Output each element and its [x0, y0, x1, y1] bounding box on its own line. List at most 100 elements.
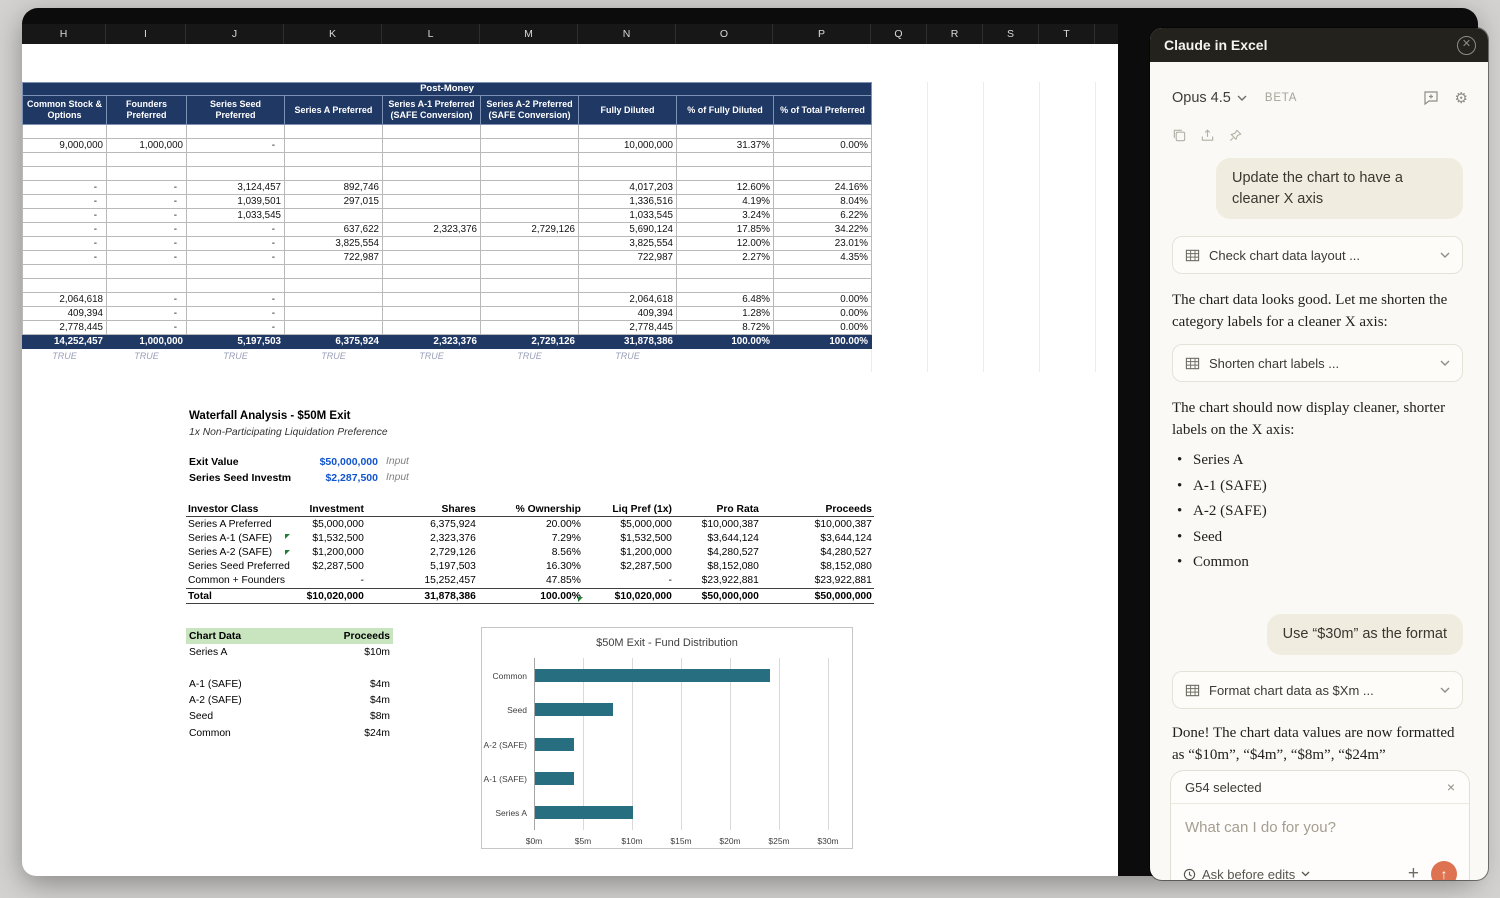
spreadsheet-cell[interactable]: 4.35%	[773, 250, 872, 265]
spreadsheet-cell[interactable]: 722,987	[578, 250, 677, 265]
spreadsheet-cell[interactable]: 1,000,000	[106, 138, 187, 153]
spreadsheet-cell[interactable]: 6.22%	[773, 208, 872, 223]
spreadsheet-cell[interactable]: 31,878,386	[365, 587, 478, 605]
spreadsheet-cell[interactable]	[106, 166, 187, 181]
spreadsheet-cell[interactable]: 6.48%	[676, 292, 774, 307]
column-header-l[interactable]: L	[382, 24, 480, 44]
spreadsheet-cell[interactable]	[382, 264, 481, 279]
message-input[interactable]: What can I do for you?	[1171, 804, 1469, 836]
spreadsheet-cell[interactable]	[578, 278, 677, 293]
spreadsheet-cell[interactable]: 100.00%	[676, 334, 774, 349]
spreadsheet-cell[interactable]: 2,323,376	[366, 531, 478, 545]
spreadsheet-cell[interactable]	[382, 278, 481, 293]
spreadsheet-cell[interactable]: 1,033,545	[186, 208, 285, 223]
spreadsheet-cell[interactable]: $4m	[312, 693, 393, 709]
column-header-j[interactable]: J	[186, 24, 284, 44]
attach-plus-button[interactable]: +	[1408, 863, 1419, 880]
spreadsheet-cell[interactable]	[382, 320, 481, 335]
column-header-r[interactable]: R	[927, 24, 983, 44]
spreadsheet-cell[interactable]	[284, 138, 383, 153]
spreadsheet-cell[interactable]	[186, 152, 285, 167]
spreadsheet-cell[interactable]: A-2 (SAFE)	[186, 693, 312, 709]
spreadsheet-cell[interactable]: 8.56%	[478, 545, 583, 559]
spreadsheet-cell[interactable]	[382, 194, 481, 209]
spreadsheet-cell[interactable]: -	[106, 222, 187, 237]
spreadsheet-cell[interactable]	[676, 152, 774, 167]
spreadsheet-cell[interactable]	[480, 264, 579, 279]
spreadsheet-cell[interactable]: 409,394	[22, 306, 107, 321]
spreadsheet-cell[interactable]: Series A-2 (SAFE)	[186, 545, 292, 559]
spreadsheet-cell[interactable]	[676, 124, 774, 139]
spreadsheet-cell[interactable]: -	[186, 236, 285, 251]
spreadsheet-cell[interactable]: $4,280,527	[761, 545, 874, 559]
spreadsheet-cell[interactable]: -	[22, 222, 107, 237]
spreadsheet-cell[interactable]	[578, 166, 677, 181]
spreadsheet-cell[interactable]: -	[22, 236, 107, 251]
column-header-m[interactable]: M	[480, 24, 578, 44]
spreadsheet-cell[interactable]	[106, 264, 187, 279]
spreadsheet-cell[interactable]: 3.24%	[676, 208, 774, 223]
spreadsheet-cell[interactable]	[284, 278, 383, 293]
spreadsheet-cell[interactable]: Common	[186, 725, 312, 741]
spreadsheet-cell[interactable]: 0.00%	[773, 306, 872, 321]
spreadsheet-cell[interactable]	[773, 264, 872, 279]
spreadsheet-cell[interactable]	[284, 208, 383, 223]
spreadsheet-cell[interactable]	[382, 124, 481, 139]
spreadsheet-cell[interactable]: 2,729,126	[480, 222, 579, 237]
spreadsheet-cell[interactable]	[284, 264, 383, 279]
column-header-o[interactable]: O	[676, 24, 773, 44]
spreadsheet-cell[interactable]	[186, 264, 285, 279]
spreadsheet-cell[interactable]	[480, 180, 579, 195]
spreadsheet-cell[interactable]: $23,922,881	[674, 574, 761, 589]
settings-gear-icon[interactable]: ⚙	[1455, 91, 1468, 106]
spreadsheet-cell[interactable]: $4m	[312, 676, 393, 692]
spreadsheet-cell[interactable]: $3,644,124	[674, 531, 761, 545]
spreadsheet-cell[interactable]	[382, 292, 481, 307]
spreadsheet-cell[interactable]	[284, 124, 383, 139]
column-header-s[interactable]: S	[983, 24, 1039, 44]
spreadsheet-cell[interactable]: Series A Preferred	[186, 517, 292, 532]
spreadsheet-cell[interactable]: $8,152,080	[761, 560, 874, 574]
seed-investment-cell[interactable]: $2,287,500	[267, 472, 378, 484]
spreadsheet-cell[interactable]	[480, 152, 579, 167]
spreadsheet-cell[interactable]: 637,622	[284, 222, 383, 237]
spreadsheet-cell[interactable]	[578, 124, 677, 139]
spreadsheet-cell[interactable]	[22, 152, 107, 167]
tool-call-card-shorten-labels[interactable]: Shorten chart labels ...	[1172, 344, 1463, 382]
spreadsheet-cell[interactable]: 297,015	[284, 194, 383, 209]
tool-call-card-format-data[interactable]: Format chart data as $Xm ...	[1172, 671, 1463, 709]
spreadsheet-cell[interactable]	[480, 306, 579, 321]
copy-icon[interactable]	[1172, 128, 1187, 143]
spreadsheet-cell[interactable]: -	[22, 180, 107, 195]
spreadsheet-cell[interactable]: 2,064,618	[22, 292, 107, 307]
spreadsheet-cell[interactable]: 0.00%	[773, 292, 872, 307]
exit-value-cell[interactable]: $50,000,000	[267, 456, 378, 468]
spreadsheet-cell[interactable]: 47.85%	[478, 574, 583, 589]
spreadsheet-cell[interactable]	[284, 306, 383, 321]
spreadsheet-cell[interactable]: 3,124,457	[186, 180, 285, 195]
spreadsheet-cell[interactable]: $23,922,881	[761, 574, 874, 589]
spreadsheet-cell[interactable]	[480, 138, 579, 153]
share-icon[interactable]	[1200, 128, 1215, 143]
spreadsheet-cell[interactable]: $4,280,527	[674, 545, 761, 559]
column-header-p[interactable]: P	[773, 24, 871, 44]
spreadsheet-cell[interactable]	[106, 124, 187, 139]
spreadsheet-cell[interactable]: -	[186, 138, 285, 153]
spreadsheet-cell[interactable]: -	[106, 208, 187, 223]
spreadsheet-cell[interactable]: 4,017,203	[578, 180, 677, 195]
spreadsheet-cell[interactable]	[480, 208, 579, 223]
chart[interactable]: $50M Exit - Fund Distribution $0m $5m $10m…	[481, 627, 853, 849]
spreadsheet-cell[interactable]: -	[583, 574, 674, 589]
spreadsheet-cell[interactable]: 16.30%	[478, 560, 583, 574]
spreadsheet-cell[interactable]	[676, 264, 774, 279]
model-selector[interactable]: Opus 4.5 BETA	[1172, 90, 1297, 106]
spreadsheet-cell[interactable]: Common + Founders	[186, 574, 292, 589]
spreadsheet-cell[interactable]: $1,532,500	[583, 531, 674, 545]
spreadsheet-cell[interactable]	[22, 166, 107, 181]
spreadsheet-cell[interactable]: A-1 (SAFE)	[186, 676, 312, 692]
spreadsheet-cell[interactable]	[22, 278, 107, 293]
spreadsheet-cell[interactable]: 2,778,445	[578, 320, 677, 335]
spreadsheet-cell[interactable]: Series A-1 (SAFE)	[186, 531, 292, 545]
spreadsheet-cell[interactable]	[312, 660, 393, 676]
spreadsheet-cell[interactable]: 14,252,457	[22, 334, 107, 349]
